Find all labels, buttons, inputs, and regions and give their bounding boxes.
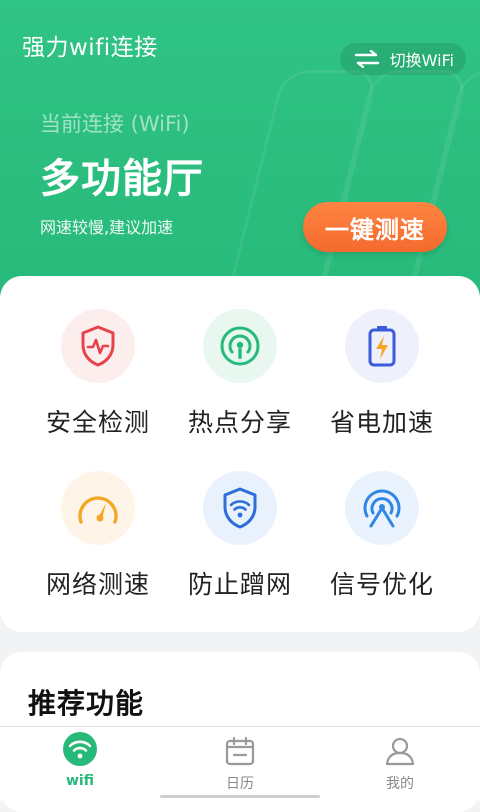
network-name: 多功能厅 <box>40 156 204 202</box>
wifi-icon <box>0 727 160 767</box>
wifi-shield-icon <box>203 471 277 545</box>
feature-hotspot-share[interactable]: 热点分享 <box>170 309 310 439</box>
recommend-title: 推荐功能 <box>28 687 145 720</box>
feature-label: 安全检测 <box>45 408 150 437</box>
bottom-tab-bar: wifi 日历 我的 <box>0 726 480 801</box>
feature-signal-optimize[interactable]: 信号优化 <box>312 471 452 601</box>
tab-label: 日历 <box>226 776 254 792</box>
tab-label: wifi <box>65 773 95 789</box>
tab-wifi[interactable]: wifi <box>0 727 160 801</box>
tab-profile[interactable]: 我的 <box>320 727 480 801</box>
switch-wifi-label: 切换WiFi <box>389 51 454 70</box>
app-title: 强力wifi连接 <box>22 35 158 61</box>
feature-power-saving[interactable]: 省电加速 <box>312 309 452 439</box>
feature-label: 信号优化 <box>329 570 434 599</box>
speed-test-button[interactable]: 一键测速 <box>303 202 447 252</box>
network-status-text: 网速较慢,建议加速 <box>40 218 174 237</box>
tab-label: 我的 <box>386 776 414 792</box>
hotspot-icon <box>203 309 277 383</box>
features-card: 安全检测 热点分享 省电加速 网络测速 防止蹭网 信号优化 <box>0 276 480 632</box>
tab-calendar[interactable]: 日历 <box>160 727 320 801</box>
feature-security-check[interactable]: 安全检测 <box>28 309 168 439</box>
shield-pulse-icon <box>61 309 135 383</box>
signal-icon <box>345 471 419 545</box>
switch-wifi-button[interactable]: 切换WiFi <box>339 43 466 75</box>
feature-speed-test[interactable]: 网络测速 <box>28 471 168 601</box>
feature-label: 省电加速 <box>329 408 434 437</box>
connection-label: 当前连接 (WiFi) <box>40 112 190 136</box>
feature-label: 网络测速 <box>45 570 150 599</box>
feature-anti-freeload[interactable]: 防止蹭网 <box>170 471 310 601</box>
swap-arrows-icon <box>354 50 380 68</box>
calendar-icon <box>160 727 320 767</box>
header-banner: 强力wifi连接 切换WiFi 当前连接 (WiFi) 多功能厅 网速较慢,建议… <box>0 0 480 320</box>
speedometer-icon <box>61 471 135 545</box>
feature-label: 防止蹭网 <box>187 570 292 599</box>
feature-label: 热点分享 <box>187 408 292 437</box>
battery-bolt-icon <box>345 309 419 383</box>
user-icon <box>320 727 480 767</box>
home-indicator[interactable] <box>160 795 320 798</box>
